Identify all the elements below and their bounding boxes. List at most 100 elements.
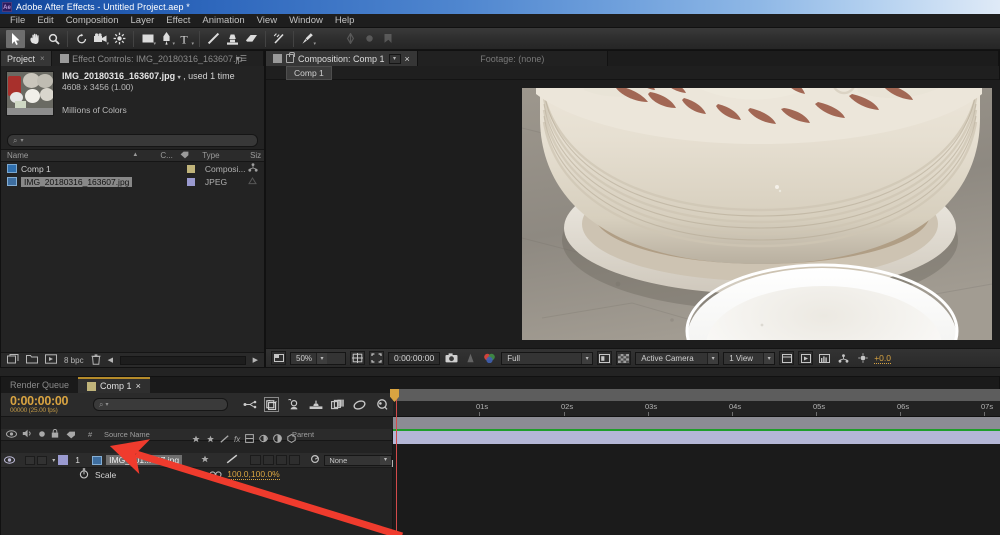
rotation-tool-icon[interactable] [72,30,91,48]
menu-animation[interactable]: Animation [196,14,250,28]
scroll-right-icon[interactable]: ▶ [253,356,258,364]
timeline-jump-icon[interactable] [817,351,832,365]
view-layout-select[interactable]: 1 View ▾ [723,352,775,365]
menu-help[interactable]: Help [329,14,361,28]
frame-blending-icon[interactable] [308,397,323,412]
comp-stage[interactable] [266,80,1000,348]
new-folder-icon[interactable] [26,354,38,366]
tab-project[interactable]: Project × [1,51,52,66]
comp-tab-close-icon[interactable]: × [405,54,410,64]
camera-tool-icon[interactable]: ▾ [91,30,110,48]
hide-shy-layers-icon[interactable] [286,397,301,412]
column-comment[interactable]: C... [160,151,178,160]
align-tool-icon[interactable] [379,30,398,48]
timeline-graph-area[interactable]: 01s 02s 03s 04s 05s 06s 07s [393,429,1000,535]
column-type[interactable]: Type [196,151,244,160]
project-search-input[interactable]: ⌕ ▾ [7,134,258,147]
panel-menu-icon[interactable]: ▾☰ [232,54,251,63]
breadcrumb[interactable]: Comp 1 [286,66,332,80]
layer-visibility-toggle[interactable] [4,455,15,466]
parent-select[interactable]: None ▾ [324,455,392,466]
column-size[interactable]: Siz [244,151,264,160]
type-tool-icon[interactable]: T ▾ [176,30,195,48]
layer-expand-caret-icon[interactable]: ▾ [52,457,55,464]
exposure-reset-icon[interactable] [855,351,870,365]
hand-tool-icon[interactable] [25,30,44,48]
parent-pickwhip-icon[interactable] [310,454,320,466]
layer-fx-switch[interactable] [250,455,261,465]
transparency-grid-icon[interactable] [616,351,631,365]
scroll-left-icon[interactable]: ◀ [108,356,113,364]
region-of-interest-icon[interactable] [369,351,384,365]
lock-icon[interactable] [286,54,294,63]
magnification-select[interactable]: 50% ▾ [290,352,346,365]
layer-quality-switch[interactable] [226,454,238,466]
snapshot-camera-icon[interactable] [444,351,459,365]
comp-canvas[interactable] [522,88,992,340]
resolution-select[interactable]: Full ▾ [501,352,593,365]
property-value-scale[interactable]: 100.0,100.0% [227,469,279,480]
menu-edit[interactable]: Edit [31,14,59,28]
draft-3d-icon[interactable] [264,397,279,412]
table-row[interactable]: ▾ 1 IMG_201...607.jpg [1,453,392,468]
stopwatch-icon[interactable] [79,468,89,481]
project-bit-depth[interactable]: 8 bpc [64,356,84,365]
layer-duration-bar[interactable] [393,431,1000,444]
selection-tool-icon[interactable] [6,30,25,48]
transform-axis-icon[interactable] [341,30,360,48]
menu-composition[interactable]: Composition [60,14,125,28]
shape-tool-icon[interactable]: ▾ [138,30,157,48]
new-composition-icon[interactable] [45,354,57,366]
scale-link-icon[interactable] [209,470,222,480]
toggle-alpha-icon[interactable] [271,351,286,365]
camera-select[interactable]: Active Camera ▾ [635,352,719,365]
eraser-tool-icon[interactable] [242,30,261,48]
brush-tool-icon[interactable] [204,30,223,48]
tab-footage[interactable]: Footage: (none) [418,51,608,66]
timeline-nav-bar[interactable] [393,389,1000,401]
tab-render-queue[interactable]: Render Queue [1,377,78,393]
menu-layer[interactable]: Layer [125,14,161,28]
column-name[interactable]: Name ▲ [1,151,160,160]
layer-lock-toggle[interactable] [37,456,47,465]
work-area-bar[interactable] [393,417,1000,429]
layer-frame-blend-switch[interactable] [263,455,274,465]
menu-file[interactable]: File [4,14,31,28]
menu-view[interactable]: View [251,14,283,28]
brainstorm-icon[interactable] [374,397,389,412]
time-marker-icon[interactable]: I [391,459,394,470]
exposure-value[interactable]: +0.0 [874,353,891,364]
layer-motion-blur-switch[interactable] [276,455,287,465]
tab-project-close-icon[interactable]: × [40,54,45,63]
puppet-pin-tool-icon[interactable]: ▾ [298,30,317,48]
timeline-search-input[interactable]: ⌕ ▾ [93,398,228,411]
channel-rgb-icon[interactable] [482,351,497,365]
comp-flowchart-icon[interactable] [836,351,851,365]
pixel-aspect-icon[interactable] [779,351,794,365]
menu-window[interactable]: Window [283,14,329,28]
delete-icon[interactable] [91,354,101,367]
tab-comp1-timeline[interactable]: Comp 1 × [78,377,150,393]
project-row-image[interactable]: IMG_20180316_163607.jpg JPEG [1,175,264,188]
project-horizontal-scrollbar[interactable] [120,356,246,365]
clone-stamp-tool-icon[interactable] [223,30,242,48]
tab-composition[interactable]: Composition: Comp 1 ▾ × [266,51,418,66]
show-snapshot-icon[interactable] [463,351,478,365]
current-timecode[interactable]: 0:00:00:00 [10,395,83,407]
layer-3d-switch[interactable] [289,455,300,465]
playhead-line[interactable] [396,389,397,535]
item-dropdown-icon[interactable]: ▾ [178,75,181,81]
menu-effect[interactable]: Effect [160,14,196,28]
interpret-footage-icon[interactable] [7,354,19,366]
fast-preview-icon[interactable] [798,351,813,365]
tab-effect-controls[interactable]: Effect Controls: IMG_20180316_163607.jp … [52,51,264,66]
project-row-comp1[interactable]: Comp 1 Composi... [1,162,264,175]
layer-solo-toggle[interactable] [25,456,35,465]
composition-mini-flowchart-icon[interactable] [242,397,257,412]
pan-behind-tool-icon[interactable] [110,30,129,48]
pen-tool-icon[interactable]: ▾ [157,30,176,48]
tab-comp1-close-icon[interactable]: × [136,381,141,391]
time-ruler[interactable]: 01s 02s 03s 04s 05s 06s 07s [393,401,1000,417]
roto-brush-tool-icon[interactable] [270,30,289,48]
layer-property-row-scale[interactable]: Scale 100.0,100.0% [1,468,392,481]
